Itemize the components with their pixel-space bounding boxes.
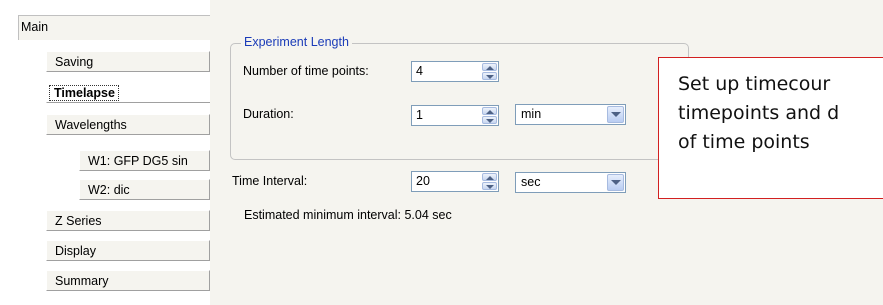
- sidebar-item-saving[interactable]: Saving: [46, 51, 210, 72]
- spin-up-icon[interactable]: [482, 107, 497, 115]
- duration-value: 1: [416, 108, 423, 122]
- sidebar-item-summary[interactable]: Summary: [46, 270, 210, 291]
- spin-up-icon[interactable]: [482, 63, 497, 71]
- spin-up-icon[interactable]: [482, 173, 497, 181]
- spin-down-icon[interactable]: [482, 72, 497, 80]
- chevron-down-icon[interactable]: [607, 106, 624, 123]
- sidebar-item-label: Timelapse: [49, 85, 119, 101]
- time-interval-unit-select[interactable]: sec: [515, 172, 626, 193]
- sidebar-nav: Main Saving Timelapse Wavelengths W1: GF…: [0, 0, 210, 305]
- annotation-callout: Set up timecour timepoints and d of time…: [658, 57, 883, 199]
- duration-unit-select[interactable]: min: [515, 104, 626, 125]
- estimated-interval-text: Estimated minimum interval: 5.04 sec: [244, 208, 452, 222]
- callout-line: Set up timecour: [678, 73, 831, 95]
- sidebar-item-wavelengths[interactable]: Wavelengths: [46, 114, 210, 135]
- time-interval-value: 20: [416, 174, 430, 188]
- sidebar-item-timelapse[interactable]: Timelapse: [46, 82, 210, 103]
- experiment-length-title: Experiment Length: [241, 35, 352, 49]
- spin-down-icon[interactable]: [482, 116, 497, 124]
- sidebar-item-main[interactable]: Main: [18, 15, 210, 40]
- duration-stepper[interactable]: 1: [411, 105, 499, 126]
- sidebar-item-z-series[interactable]: Z Series: [46, 210, 210, 231]
- time-points-label: Number of time points:: [243, 64, 369, 78]
- spin-down-icon[interactable]: [482, 182, 497, 190]
- duration-label: Duration:: [243, 107, 294, 121]
- sidebar-item-display[interactable]: Display: [46, 240, 210, 261]
- chevron-down-icon[interactable]: [607, 174, 624, 191]
- sidebar-item-w2[interactable]: W2: dic: [79, 179, 210, 200]
- time-interval-label: Time Interval:: [232, 174, 308, 188]
- duration-unit-value: min: [521, 107, 542, 121]
- time-points-stepper[interactable]: 4: [411, 61, 499, 82]
- time-interval-unit-value: sec: [521, 175, 541, 189]
- callout-line: of time points: [678, 131, 810, 153]
- time-points-value: 4: [416, 64, 423, 78]
- time-interval-stepper[interactable]: 20: [411, 171, 499, 192]
- sidebar-item-w1[interactable]: W1: GFP DG5 sin: [79, 150, 210, 171]
- callout-line: timepoints and d: [678, 102, 840, 124]
